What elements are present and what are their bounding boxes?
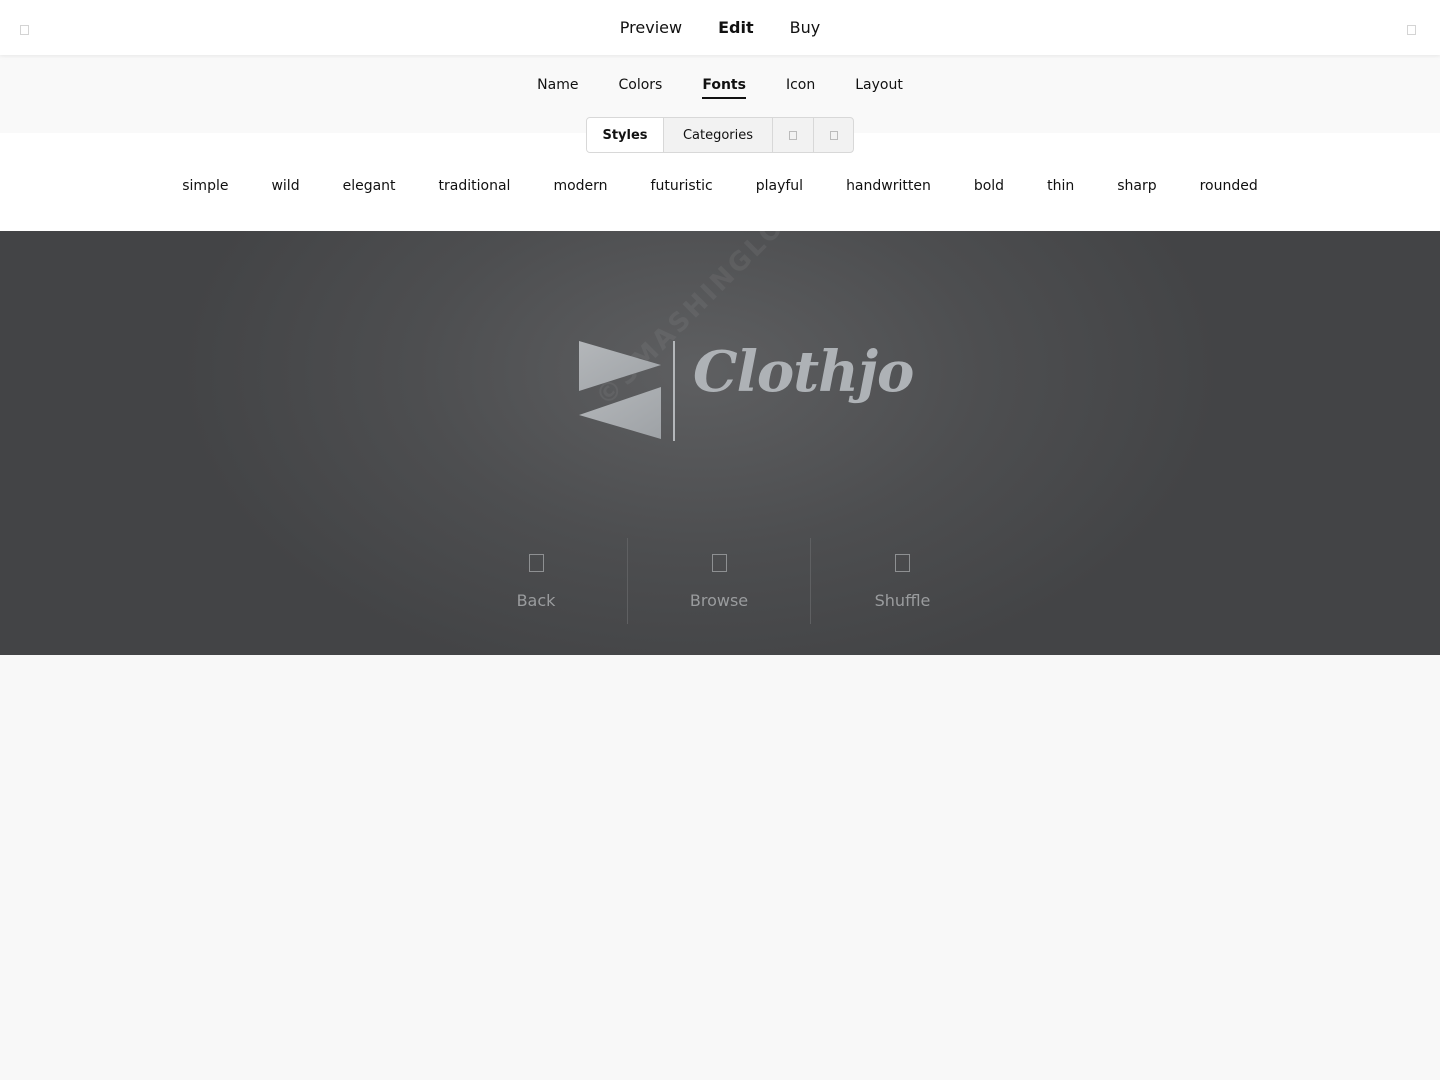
editor-tabs: Name Colors Fonts Icon Layout — [0, 77, 1440, 99]
style-modern[interactable]: modern — [553, 178, 607, 194]
preview-actions: Back Browse Shuffle — [445, 538, 995, 624]
style-sharp[interactable]: sharp — [1117, 178, 1156, 194]
browse-icon — [711, 554, 727, 572]
style-elegant[interactable]: elegant — [343, 178, 396, 194]
browse-label: Browse — [689, 591, 749, 610]
style-list: simple wild elegant traditional modern f… — [0, 178, 1440, 194]
tab-name[interactable]: Name — [537, 77, 578, 99]
font-filter-toggle: Styles Categories — [586, 117, 854, 153]
back-label: Back — [516, 591, 556, 610]
style-rounded[interactable]: rounded — [1200, 178, 1258, 194]
logo-preview: Clothjo — [575, 331, 914, 456]
browse-button[interactable]: Browse — [628, 538, 811, 624]
tab-icon[interactable]: Icon — [786, 77, 815, 99]
back-icon — [528, 554, 544, 572]
style-handwritten[interactable]: handwritten — [846, 178, 931, 194]
tab-fonts[interactable]: Fonts — [702, 77, 746, 99]
style-simple[interactable]: simple — [182, 178, 228, 194]
filter-option-button[interactable] — [814, 118, 853, 152]
shuffle-label: Shuffle — [874, 591, 931, 610]
style-futuristic[interactable]: futuristic — [651, 178, 713, 194]
top-bar: Preview Edit Buy — [0, 0, 1440, 55]
shuffle-button[interactable]: Shuffle — [811, 538, 994, 624]
shuffle-icon — [895, 554, 910, 572]
square-icon — [789, 130, 797, 140]
style-traditional[interactable]: traditional — [439, 178, 511, 194]
nav-edit[interactable]: Edit — [718, 18, 754, 37]
categories-button[interactable]: Categories — [664, 118, 773, 152]
style-bold[interactable]: bold — [974, 178, 1004, 194]
styles-button[interactable]: Styles — [587, 118, 664, 152]
logo-name: Clothjo — [693, 339, 914, 405]
style-wild[interactable]: wild — [271, 178, 299, 194]
style-playful[interactable]: playful — [756, 178, 803, 194]
tab-colors[interactable]: Colors — [618, 77, 662, 99]
logo-mark-icon — [579, 341, 675, 441]
nav-preview[interactable]: Preview — [620, 18, 682, 37]
logo-preview-stage: ©SMASHINGLOGO Clothjo Back Browse Shuffl… — [0, 231, 1440, 655]
filter-option-button[interactable] — [773, 118, 814, 152]
nav-buy[interactable]: Buy — [790, 18, 821, 37]
back-button[interactable]: Back — [445, 538, 628, 624]
square-icon[interactable] — [1407, 25, 1416, 35]
main-nav: Preview Edit Buy — [0, 0, 1440, 55]
tab-layout[interactable]: Layout — [855, 77, 903, 99]
square-icon — [829, 130, 838, 140]
style-thin[interactable]: thin — [1047, 178, 1074, 194]
